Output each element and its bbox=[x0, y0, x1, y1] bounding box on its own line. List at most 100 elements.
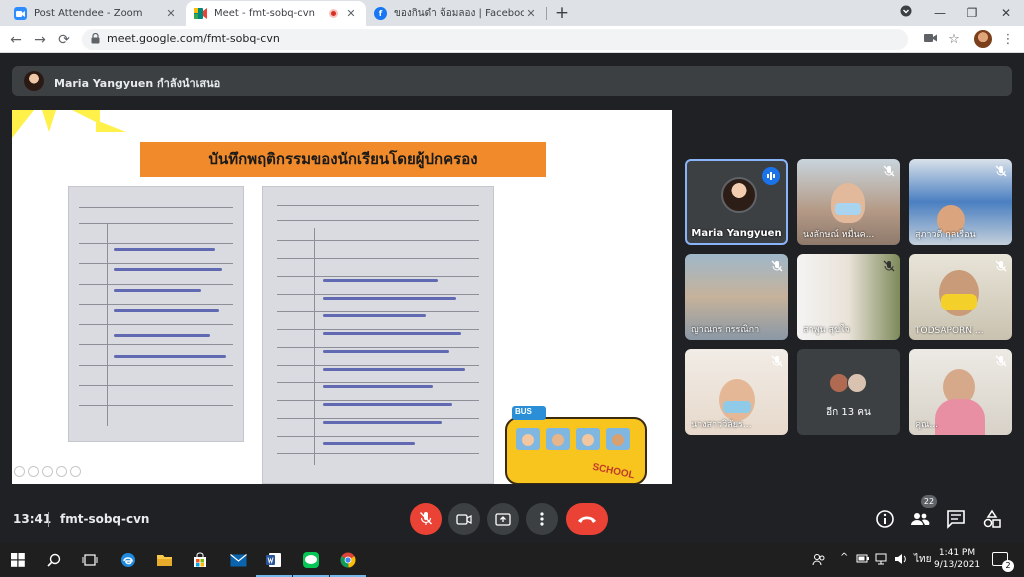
mic-off-icon bbox=[883, 260, 895, 272]
store-icon[interactable] bbox=[188, 548, 212, 572]
meet-icon bbox=[194, 7, 207, 20]
more-icon[interactable] bbox=[70, 466, 81, 477]
search-icon[interactable] bbox=[42, 548, 66, 572]
mask bbox=[835, 203, 861, 215]
chrome-icon[interactable] bbox=[330, 548, 366, 577]
mask bbox=[723, 401, 751, 413]
participant-tile[interactable]: Maria Yangyuen bbox=[685, 159, 788, 245]
mic-off-icon bbox=[995, 260, 1007, 272]
more-options-button[interactable] bbox=[526, 503, 558, 535]
participant-tile[interactable]: ญาณกร กรรณิกา bbox=[685, 254, 788, 340]
task-view-icon[interactable] bbox=[78, 548, 102, 572]
tab-meet[interactable]: Meet - fmt-sobq-cvn ✕ bbox=[186, 1, 366, 26]
slide-controls bbox=[14, 466, 81, 477]
network-icon[interactable] bbox=[875, 553, 889, 565]
participant-tile[interactable]: สาพูน สุขใจ bbox=[797, 254, 900, 340]
camera-toggle-button[interactable] bbox=[448, 503, 480, 535]
mail-icon[interactable] bbox=[226, 548, 250, 572]
chevron-up-icon[interactable]: ^ bbox=[840, 552, 848, 563]
tab-title: ของกินดำ จ้อมลอง | Facebook bbox=[394, 8, 524, 19]
more-participants-tile[interactable]: อีก 13 คน bbox=[797, 349, 900, 435]
participant-name: TODSAPORN ... bbox=[915, 326, 984, 336]
close-icon[interactable]: ✕ bbox=[164, 7, 178, 20]
profile-avatar[interactable] bbox=[974, 30, 992, 48]
tab-title: Meet - fmt-sobq-cvn bbox=[214, 8, 315, 19]
participant-name: สุภาวดี กุลเรือน bbox=[915, 230, 976, 240]
windows-taskbar: ^ ไทย 1:41 PM 9/13/2021 2 bbox=[0, 543, 1024, 577]
forward-icon[interactable]: → bbox=[30, 30, 50, 50]
participant-name: นางสาววิลัยร... bbox=[691, 420, 752, 430]
camera-icon[interactable] bbox=[920, 30, 940, 50]
avatar bbox=[721, 177, 757, 213]
recording-icon bbox=[329, 9, 338, 18]
present-screen-button[interactable] bbox=[487, 503, 519, 535]
avatar bbox=[24, 71, 44, 91]
sun-ray bbox=[12, 110, 34, 138]
presenter-banner: Maria Yangyuen กำลังนำเสนอ bbox=[12, 66, 1012, 96]
pen-icon[interactable] bbox=[42, 466, 53, 477]
meeting-controls: 13:41 fmt-sobq-cvn bbox=[0, 499, 1024, 543]
chat-icon[interactable] bbox=[946, 509, 966, 529]
bookmark-star-icon[interactable]: ☆ bbox=[944, 30, 964, 50]
participant-name: คุณ... bbox=[915, 420, 938, 430]
divider bbox=[48, 512, 49, 527]
mic-toggle-button[interactable] bbox=[410, 503, 442, 535]
tab-zoom[interactable]: Post Attendee - Zoom ✕ bbox=[6, 1, 186, 26]
participant-tile[interactable]: นางสาววิลัยร... bbox=[685, 349, 788, 435]
close-icon[interactable]: ✕ bbox=[524, 7, 538, 20]
restore-button[interactable]: ❐ bbox=[956, 0, 988, 26]
participant-name: ญาณกร กรรณิกา bbox=[691, 325, 760, 335]
close-icon[interactable]: ✕ bbox=[344, 7, 358, 20]
sun-ray bbox=[96, 120, 126, 132]
notification-count: 2 bbox=[1002, 560, 1014, 572]
participant-tile[interactable]: คุณ... bbox=[909, 349, 1012, 435]
volume-icon[interactable] bbox=[894, 553, 908, 565]
more-vert-icon bbox=[540, 512, 544, 526]
start-icon[interactable] bbox=[6, 548, 30, 572]
sun-ray bbox=[72, 110, 100, 124]
menu-icon[interactable]: ⋮ bbox=[998, 30, 1018, 50]
zoom-icon[interactable] bbox=[56, 466, 67, 477]
more-participants-count: อีก 13 คน bbox=[826, 407, 871, 418]
taskbar-clock[interactable]: 1:41 PM 9/13/2021 bbox=[934, 547, 980, 571]
info-icon[interactable] bbox=[875, 509, 895, 529]
back-icon[interactable]: ← bbox=[6, 30, 26, 50]
tab-facebook[interactable]: f ของกินดำ จ้อมลอง | Facebook ✕ bbox=[366, 1, 546, 26]
language-indicator[interactable]: ไทย bbox=[914, 552, 931, 567]
avatar bbox=[847, 373, 867, 393]
minimize-button[interactable]: — bbox=[924, 0, 956, 26]
next-slide-icon[interactable] bbox=[28, 466, 39, 477]
presentation-slide: บันทึกพฤติกรรมของนักเรียนโดยผู้ปกครอง BU… bbox=[12, 110, 672, 484]
clock-date: 9/13/2021 bbox=[934, 560, 981, 570]
close-window-button[interactable]: ✕ bbox=[990, 0, 1022, 26]
tab-search-icon[interactable] bbox=[890, 0, 922, 26]
participant-tile[interactable]: TODSAPORN ... bbox=[909, 254, 1012, 340]
present-icon bbox=[495, 512, 511, 526]
mic-off-icon bbox=[419, 512, 433, 525]
new-tab-button[interactable]: + bbox=[552, 3, 572, 23]
edge-icon[interactable] bbox=[116, 548, 140, 572]
prev-slide-icon[interactable] bbox=[14, 466, 25, 477]
leave-call-button[interactable] bbox=[566, 503, 608, 535]
reload-icon[interactable]: ⟳ bbox=[54, 30, 74, 50]
people-icon[interactable] bbox=[910, 509, 930, 529]
meeting-code: fmt-sobq-cvn bbox=[60, 512, 150, 526]
facebook-icon: f bbox=[374, 7, 387, 20]
scanned-document-left bbox=[68, 186, 244, 442]
address-bar[interactable]: meet.google.com/fmt-sobq-cvn bbox=[82, 29, 908, 50]
line-icon[interactable] bbox=[293, 548, 329, 577]
file-explorer-icon[interactable] bbox=[152, 548, 176, 572]
participant-name: สาพูน สุขใจ bbox=[803, 325, 850, 335]
participant-tile[interactable]: นงลักษณ์ หมื่นค... bbox=[797, 159, 900, 245]
mic-off-icon bbox=[995, 355, 1007, 367]
people-tray-icon[interactable] bbox=[812, 553, 826, 566]
participant-tile[interactable]: สุภาวดี กุลเรือน bbox=[909, 159, 1012, 245]
word-icon[interactable] bbox=[256, 548, 292, 577]
bus-sign: BUS bbox=[515, 407, 532, 416]
mask bbox=[941, 294, 977, 310]
battery-icon[interactable] bbox=[856, 553, 870, 565]
activities-icon[interactable] bbox=[982, 509, 1002, 529]
tab-title: Post Attendee - Zoom bbox=[34, 8, 143, 19]
lock-icon bbox=[91, 33, 100, 44]
people-count-badge: 22 bbox=[921, 495, 937, 508]
